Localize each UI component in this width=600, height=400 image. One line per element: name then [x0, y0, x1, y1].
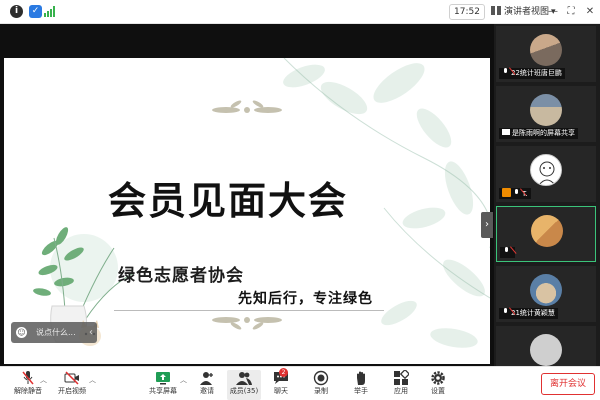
participant-name: 是陈雨啊的屏幕共享 — [512, 129, 575, 137]
share-screen-label: 共享屏幕 — [149, 387, 177, 395]
hand-icon — [357, 371, 365, 385]
avatar — [530, 334, 562, 366]
chat-input-hint[interactable]: ☺ 说点什么... ‹ — [11, 322, 97, 343]
settings-label: 设置 — [431, 387, 445, 395]
meeting-clock: 17:52 — [449, 4, 485, 20]
raise-hand-label: 举手 — [354, 387, 368, 395]
host-icon — [502, 188, 511, 197]
record-label: 录制 — [314, 387, 328, 395]
participant-tile-active-speaker[interactable] — [496, 206, 596, 262]
status-bar: i ✓ 17:52 演讲者视图 ▾ — ⛶ ✕ — [0, 0, 600, 24]
start-video-button[interactable]: 开启视频 — [52, 370, 92, 400]
avatar — [531, 215, 563, 247]
avatar — [530, 34, 562, 66]
invite-button[interactable]: 邀请 — [194, 370, 220, 400]
add-user-icon — [200, 372, 213, 385]
participant-tile[interactable]: 21统计黄颖慧 — [496, 266, 596, 322]
slide-tagline: 先知后行，专注绿色 — [238, 291, 373, 307]
chat-button[interactable]: 2 聊天 — [270, 368, 292, 400]
participant-name: 22统计班唐巨鹏 — [511, 69, 562, 77]
share-screen-button[interactable]: 共享屏幕 — [146, 370, 180, 400]
apps-button[interactable]: 应用 — [390, 370, 412, 400]
apps-icon — [394, 370, 409, 385]
record-icon — [313, 370, 329, 386]
participant-tile[interactable] — [496, 326, 596, 366]
info-icon[interactable]: i — [10, 5, 23, 18]
unmute-label: 解除静音 — [14, 387, 42, 395]
apps-label: 应用 — [394, 387, 408, 395]
chevron-up-icon[interactable]: ︿ — [89, 375, 96, 385]
shared-screen-area: 会员见面大会 绿色志愿者协会 先知后行，专注绿色 ☺ 说点什么... ‹ › — [0, 24, 494, 366]
chat-unread-badge: 2 — [279, 368, 288, 377]
fullscreen-icon[interactable]: ⛶ — [564, 5, 578, 19]
grid-icon — [491, 6, 501, 15]
view-mode-label: 演讲者视图 — [504, 7, 550, 17]
start-video-label: 开启视频 — [58, 387, 86, 395]
mic-off-icon — [502, 68, 509, 76]
settings-button[interactable]: 设置 — [427, 370, 449, 400]
close-icon[interactable]: ✕ — [583, 5, 597, 19]
slide-subtitle: 绿色志愿者协会 — [118, 266, 244, 286]
avatar — [530, 274, 562, 306]
participant-tile[interactable]: T. — [496, 146, 596, 202]
meeting-toolbar: 解除静音 ︿ 开启视频 ︿ 共享屏幕 ︿ 邀请 成员(35) 2 聊天 录制 举… — [0, 366, 600, 400]
shield-icon[interactable]: ✓ — [29, 5, 42, 18]
members-button[interactable]: 成员(35) — [227, 370, 261, 400]
chat-placeholder: 说点什么... — [36, 328, 76, 337]
record-button[interactable]: 录制 — [310, 370, 332, 400]
avatar — [530, 154, 562, 186]
slide-title: 会员见面大会 — [108, 178, 349, 223]
mic-off-icon — [22, 371, 34, 385]
signal-icon — [44, 6, 56, 17]
mic-icon — [503, 247, 510, 255]
chat-label: 聊天 — [274, 387, 288, 395]
screen-share-icon — [502, 129, 510, 135]
share-screen-icon — [156, 372, 170, 385]
chevron-up-icon[interactable]: ︿ — [40, 375, 47, 385]
mic-off-icon — [513, 189, 520, 197]
emoji-icon[interactable]: ☺ — [16, 327, 27, 338]
invite-label: 邀请 — [200, 387, 214, 395]
participant-panel: 22统计班唐巨鹏 是陈雨啊的屏幕共享 T. 21统计黄颖慧 — [494, 24, 600, 366]
participant-tile[interactable]: 22统计班唐巨鹏 — [496, 26, 596, 82]
mic-off-icon — [502, 308, 509, 316]
members-label: 成员(35) — [229, 387, 259, 395]
chevron-left-icon[interactable]: ‹ — [89, 322, 93, 343]
members-icon — [236, 372, 252, 385]
slide-divider — [114, 310, 384, 311]
leave-meeting-button[interactable]: 离开会议 — [541, 373, 595, 395]
participant-name: 21统计黄颖慧 — [511, 309, 555, 317]
gear-icon — [431, 371, 445, 385]
presentation-slide: 会员见面大会 绿色志愿者协会 先知后行，专注绿色 — [4, 58, 490, 364]
raise-hand-button[interactable]: 举手 — [350, 370, 372, 400]
minimize-icon[interactable]: — — [546, 5, 560, 19]
avatar — [530, 94, 562, 126]
chevron-up-icon[interactable]: ︿ — [180, 375, 187, 385]
camera-off-icon — [64, 371, 79, 385]
participant-tile[interactable]: 是陈雨啊的屏幕共享 — [496, 86, 596, 142]
collapse-panel-button[interactable]: › — [481, 212, 493, 238]
